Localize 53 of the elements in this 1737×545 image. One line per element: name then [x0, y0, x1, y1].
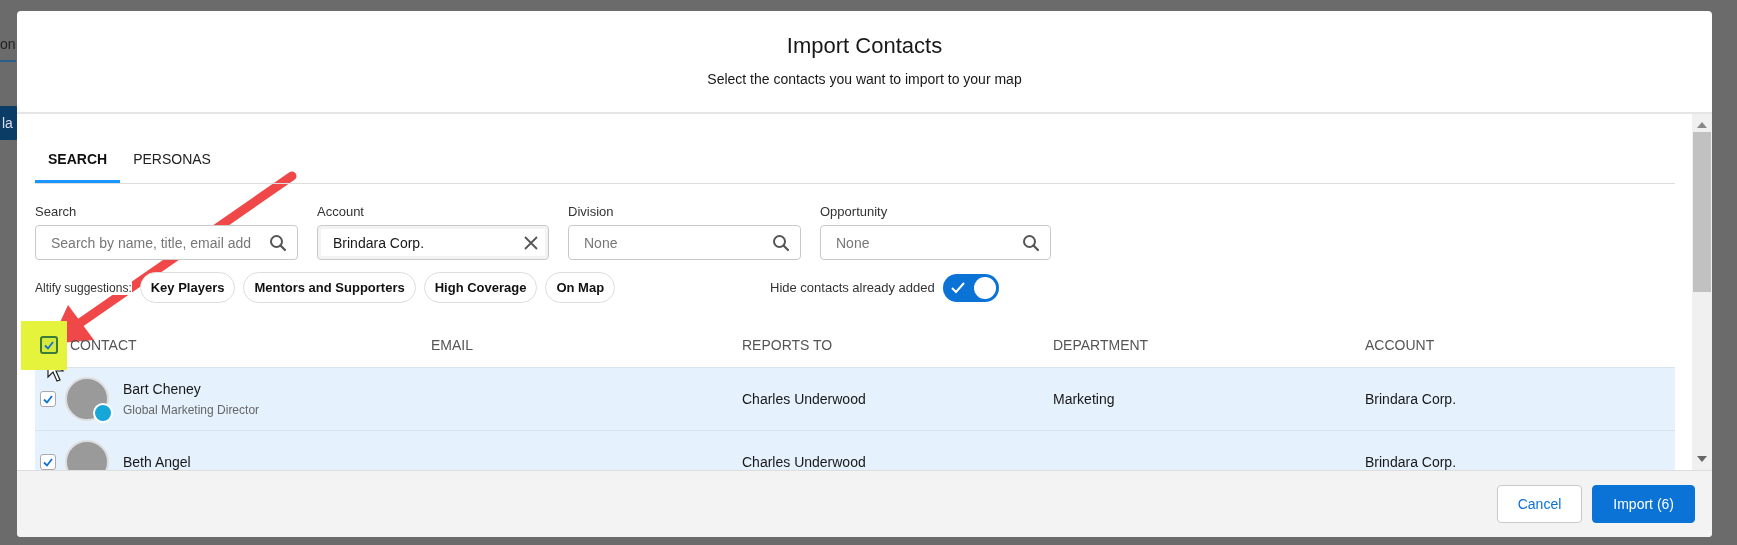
table-cell-text: Charles Underwood: [742, 391, 867, 407]
table-cell-text: Charles Underwood: [742, 454, 867, 470]
search-field[interactable]: None: [820, 225, 1051, 260]
dialog-subtitle: Select the contacts you want to import to your map: [707, 71, 1022, 87]
field-label: Search: [35, 204, 78, 219]
field-label: Opportunity: [820, 204, 889, 219]
field-label: Division: [568, 204, 615, 219]
row-checkbox[interactable]: [40, 454, 56, 470]
contact-name: Bart Cheney: [123, 381, 202, 397]
cancel-button[interactable]: Cancel: [1496, 485, 1583, 523]
suggestion-chip[interactable]: Mentors and Supporters: [243, 272, 416, 303]
toggle-label: Hide contacts already added: [770, 280, 935, 295]
table-cell-text: Brindara Corp.: [1365, 391, 1458, 407]
table-cell-text: Brindara Corp.: [1365, 454, 1458, 470]
column-header: CONTACT: [70, 337, 138, 353]
row-checkbox[interactable]: [40, 391, 56, 407]
column-header: ACCOUNT: [1365, 337, 1436, 353]
hide-added-toggle[interactable]: [942, 273, 999, 302]
suggestion-chip[interactable]: Key Players: [139, 272, 236, 303]
scrollbar[interactable]: [1692, 114, 1712, 470]
suggestion-chip[interactable]: High Coverage: [423, 272, 538, 303]
field-label: Account: [317, 204, 365, 219]
search-field[interactable]: Search by name, title, email add: [35, 225, 298, 260]
tab[interactable]: PERSONAS: [120, 139, 224, 183]
contact-name: Beth Angel: [123, 454, 191, 470]
close-icon[interactable]: [524, 235, 538, 250]
search-input[interactable]: None: [834, 233, 1016, 252]
suggestions-label: Altify suggestions:: [35, 280, 132, 295]
select-all-checkbox[interactable]: [40, 336, 58, 354]
search-icon: [269, 233, 287, 252]
scroll-up-icon[interactable]: [1697, 122, 1707, 128]
column-header: DEPARTMENT: [1053, 337, 1150, 353]
check-icon: [43, 457, 53, 467]
tab[interactable]: SEARCH: [35, 139, 121, 183]
import-button[interactable]: Import (6): [1592, 485, 1695, 523]
search-icon: [1022, 233, 1040, 252]
search-icon: [772, 233, 790, 252]
column-header: EMAIL: [431, 337, 474, 353]
search-input[interactable]: None: [582, 233, 766, 252]
table-cell-text: Marketing: [1053, 391, 1116, 407]
account-input[interactable]: Brindara Corp.: [331, 233, 518, 252]
check-icon: [950, 281, 965, 294]
scroll-down-icon[interactable]: [1697, 456, 1707, 462]
search-field[interactable]: None: [568, 225, 801, 260]
dialog-title: Import Contacts: [786, 33, 943, 59]
account-field[interactable]: Brindara Corp.: [317, 225, 549, 260]
contact-title: Global Marketing Director: [123, 403, 260, 417]
check-icon: [43, 394, 53, 404]
column-header: REPORTS TO: [742, 337, 834, 353]
search-input[interactable]: Search by name, title, email add: [49, 233, 263, 252]
suggestion-chip[interactable]: On Map: [545, 272, 616, 303]
check-icon: [44, 340, 54, 350]
background-tab-text: on: [0, 36, 16, 62]
